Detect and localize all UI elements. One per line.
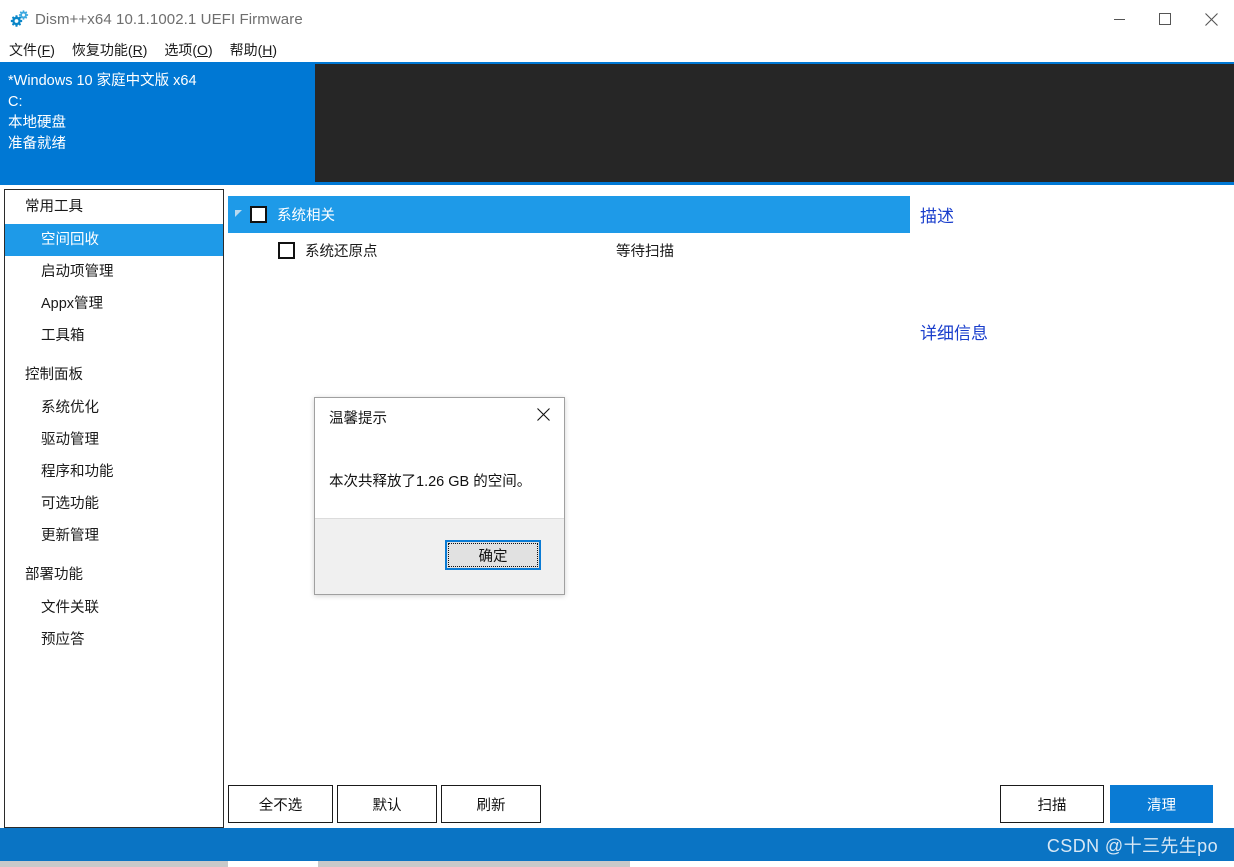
minimize-button[interactable] — [1096, 0, 1142, 38]
status-bar: CSDN @十三先生po — [0, 828, 1234, 861]
triangle-expanded-icon[interactable] — [228, 196, 250, 233]
menu-recovery-accel: R — [132, 42, 143, 58]
dialog-ok-label: 确定 — [478, 548, 508, 565]
info-dialog: 温馨提示 本次共释放了1.26 GB 的空间。 确定 — [314, 397, 565, 595]
dialog-message: 本次共释放了1.26 GB 的空间。 — [329, 474, 532, 490]
sidebar-item-driver-manager[interactable]: 驱动管理 — [5, 424, 223, 456]
window-title: Dism++x64 10.1.1002.1 UEFI Firmware — [35, 10, 303, 28]
sidebar-item-programs-and-features[interactable]: 程序和功能 — [5, 456, 223, 488]
sidebar-item-appx-manager[interactable]: Appx管理 — [5, 288, 223, 320]
window-controls — [1096, 0, 1234, 38]
banner-panel — [312, 62, 1234, 185]
sidebar-item-label: 空间回收 — [41, 232, 99, 248]
sidebar-group-common-tools: 常用工具 — [25, 199, 83, 215]
sidebar-item-label: 程序和功能 — [41, 464, 114, 480]
watermark-text: CSDN @十三先生po — [1046, 836, 1218, 856]
system-info-drive: C: — [8, 94, 23, 110]
deselect-all-button[interactable]: 全不选 — [228, 785, 333, 823]
menu-help[interactable]: 帮助(H) — [230, 38, 285, 62]
default-button[interactable]: 默认 — [337, 785, 437, 823]
sidebar-group-deployment: 部署功能 — [25, 567, 83, 583]
menu-file[interactable]: 文件(F) — [9, 38, 63, 62]
sidebar-item-space-recovery[interactable]: 空间回收 — [5, 224, 223, 256]
system-info-state: 准备就绪 — [8, 136, 66, 152]
tree-group-checkbox[interactable] — [250, 206, 267, 223]
menu-help-label: 帮助 — [229, 42, 258, 58]
sidebar-item-label: 可选功能 — [41, 496, 99, 512]
sidebar-item-startup-manager[interactable]: 启动项管理 — [5, 256, 223, 288]
tree-item-status: 等待扫描 — [616, 243, 674, 260]
gears-icon — [0, 0, 32, 38]
sidebar-item-label: 驱动管理 — [41, 432, 99, 448]
sidebar-item-unattend[interactable]: 预应答 — [5, 624, 223, 656]
sidebar-item-update-manager[interactable]: 更新管理 — [5, 520, 223, 552]
sidebar-item-label: 预应答 — [41, 632, 85, 648]
bottom-strip-segment — [0, 861, 228, 867]
menu-options-accel: O — [197, 42, 208, 58]
refresh-button[interactable]: 刷新 — [441, 785, 541, 823]
menu-bar: 文件(F) 恢复功能(R) 选项(O) 帮助(H) — [0, 38, 1234, 62]
scan-button[interactable]: 扫描 — [1000, 785, 1104, 823]
sidebar-item-label: 文件关联 — [41, 600, 99, 616]
title-bar: Dism++x64 10.1.1002.1 UEFI Firmware — [0, 0, 1234, 38]
sidebar-item-label: 工具箱 — [41, 328, 85, 344]
tree-group-label: 系统相关 — [277, 208, 335, 224]
menu-recovery[interactable]: 恢复功能(R) — [72, 38, 155, 62]
menu-options-label: 选项 — [164, 42, 193, 58]
description-title: 描述 — [920, 207, 954, 226]
sidebar-item-label: 系统优化 — [41, 400, 99, 416]
banner-panel-inner — [315, 64, 1234, 182]
sidebar-group-control-panel: 控制面板 — [25, 367, 83, 383]
dialog-footer: 确定 — [315, 518, 564, 594]
clean-button[interactable]: 清理 — [1110, 785, 1213, 823]
description-pane: 描述 详细信息 — [920, 189, 1234, 789]
dialog-title: 温馨提示 — [329, 411, 387, 427]
dialog-title-bar: 温馨提示 — [315, 398, 564, 432]
system-info-edition: *Windows 10 家庭中文版 x64 — [8, 73, 197, 89]
action-button-bar: 全不选 默认 刷新 扫描 清理 — [228, 785, 1234, 825]
header-strip: *Windows 10 家庭中文版 x64 C: 本地硬盘 准备就绪 — [0, 62, 1234, 185]
sidebar: 常用工具 空间回收 启动项管理 Appx管理 工具箱 控制面板 系统优化 驱动管… — [4, 189, 224, 828]
sidebar-item-toolbox[interactable]: 工具箱 — [5, 320, 223, 352]
menu-help-accel: H — [262, 42, 273, 58]
sidebar-item-label: 更新管理 — [41, 528, 99, 544]
sidebar-item-label: 启动项管理 — [41, 264, 114, 280]
menu-options[interactable]: 选项(O) — [164, 38, 220, 62]
tree-item-label: 系统还原点 — [305, 243, 378, 260]
maximize-button[interactable] — [1142, 0, 1188, 38]
close-icon[interactable] — [522, 398, 564, 430]
menu-recovery-label: 恢复功能 — [71, 42, 128, 58]
tree-item-checkbox[interactable] — [278, 241, 295, 259]
system-info-disktype: 本地硬盘 — [8, 115, 66, 131]
tree-row[interactable]: 系统还原点 等待扫描 — [228, 233, 910, 267]
menu-file-accel: F — [41, 42, 51, 58]
sidebar-item-label: Appx管理 — [41, 296, 104, 312]
sidebar-item-system-optimization[interactable]: 系统优化 — [5, 392, 223, 424]
sidebar-item-optional-features[interactable]: 可选功能 — [5, 488, 223, 520]
dialog-ok-button[interactable]: 确定 — [445, 540, 541, 570]
sidebar-item-file-association[interactable]: 文件关联 — [5, 592, 223, 624]
close-button[interactable] — [1188, 0, 1234, 38]
description-detail: 详细信息 — [920, 324, 988, 343]
tree-group-row-system-related[interactable]: 系统相关 — [228, 196, 910, 233]
bottom-strip-segment — [318, 861, 630, 867]
menu-file-label: 文件 — [9, 42, 37, 58]
dism-app-window: Dism++x64 10.1.1002.1 UEFI Firmware 文件(F… — [0, 0, 1234, 867]
system-info-panel[interactable]: *Windows 10 家庭中文版 x64 C: 本地硬盘 准备就绪 — [0, 62, 312, 185]
bottom-strip — [0, 861, 1234, 867]
dialog-body: 本次共释放了1.26 GB 的空间。 — [315, 432, 564, 518]
